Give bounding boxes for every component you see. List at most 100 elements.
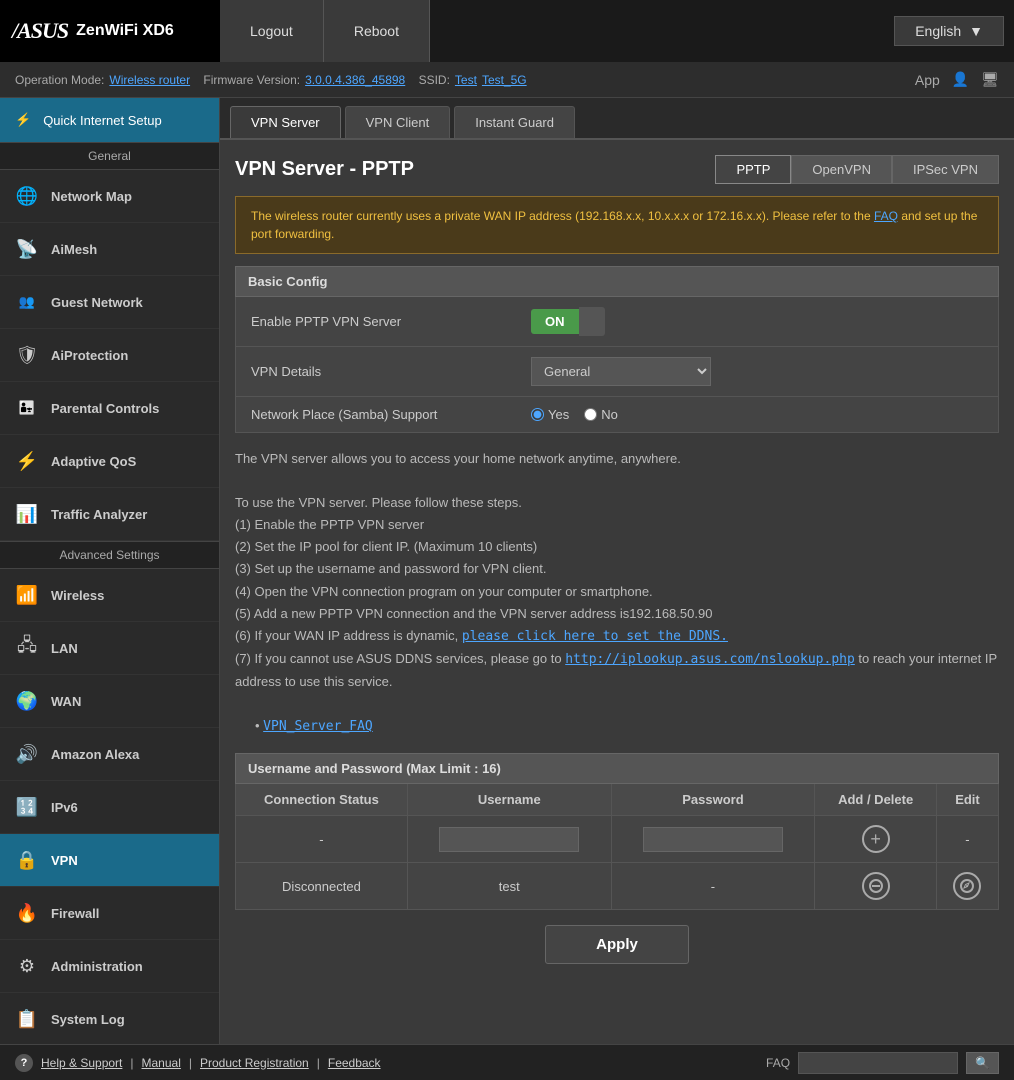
new-username-input[interactable]: [439, 827, 579, 852]
faq-label: FAQ: [766, 1056, 790, 1070]
content-scroll: VPN Server - PPTP PPTP OpenVPN IPSec VPN…: [220, 140, 1014, 1044]
monitor-icon[interactable]: 🖥: [981, 71, 999, 88]
sidebar-item-guest-network[interactable]: 👥 Guest Network: [0, 276, 219, 329]
sidebar-item-network-map[interactable]: 🌐 Network Map: [0, 170, 219, 223]
sidebar-label-administration: Administration: [51, 959, 143, 974]
content-area: VPN Server VPN Client Instant Guard VPN …: [220, 98, 1014, 1044]
guest-network-icon: 👥: [15, 290, 39, 314]
toggle-on-label: ON: [531, 309, 579, 334]
sidebar-item-traffic-analyzer[interactable]: 📊 Traffic Analyzer: [0, 488, 219, 541]
tab-vpn-server[interactable]: VPN Server: [230, 106, 341, 138]
header: /ASUS ZenWiFi XD6 Logout Reboot English …: [0, 0, 1014, 62]
footer-divider1: |: [130, 1056, 133, 1070]
ipsec-button[interactable]: IPSec VPN: [892, 155, 999, 184]
ssid-label: SSID:: [419, 73, 450, 87]
instructions-step3: (3) Set up the username and password for…: [235, 558, 999, 580]
firmware-label: Firmware Version:: [203, 73, 300, 87]
sidebar-item-lan[interactable]: 🖧 LAN: [0, 622, 219, 675]
tab-instant-guard[interactable]: Instant Guard: [454, 106, 575, 138]
faq-search-button[interactable]: 🔍: [966, 1052, 999, 1074]
instructions-steps-title: To use the VPN server. Please follow the…: [235, 492, 999, 514]
sidebar-label-vpn: VPN: [51, 853, 78, 868]
minus-icon: [869, 879, 883, 893]
sidebar-item-parental-controls[interactable]: 👨‍👧 Parental Controls: [0, 382, 219, 435]
vpn-faq-link[interactable]: VPN_Server_FAQ: [263, 719, 373, 734]
row-status: Disconnected: [236, 863, 408, 910]
tab-vpn-client[interactable]: VPN Client: [345, 106, 451, 138]
operation-mode-value[interactable]: Wireless router: [109, 73, 190, 87]
radio-yes-input[interactable]: [531, 408, 544, 421]
manual-link[interactable]: Manual: [142, 1056, 181, 1070]
radio-no-label: No: [601, 407, 618, 422]
vpn-type-buttons: PPTP OpenVPN IPSec VPN: [715, 155, 999, 184]
sidebar-label-guest-network: Guest Network: [51, 295, 143, 310]
product-registration-link[interactable]: Product Registration: [200, 1056, 309, 1070]
sidebar-item-wan[interactable]: 🌍 WAN: [0, 675, 219, 728]
sidebar-item-aimesh[interactable]: 📡 AiMesh: [0, 223, 219, 276]
quick-setup-label: Quick Internet Setup: [43, 113, 162, 128]
sidebar-item-amazon-alexa[interactable]: 🔊 Amazon Alexa: [0, 728, 219, 781]
instructions: The VPN server allows you to access your…: [235, 448, 999, 738]
network-map-icon: 🌐: [15, 184, 39, 208]
footer-divider2: |: [189, 1056, 192, 1070]
edit-icon: [960, 879, 974, 893]
firmware-value[interactable]: 3.0.0.4.386_45898: [305, 73, 405, 87]
user-icon[interactable]: 👤: [952, 71, 969, 88]
sidebar-item-system-log[interactable]: 📋 System Log: [0, 993, 219, 1044]
apply-button[interactable]: Apply: [545, 925, 689, 964]
vpn-details-select[interactable]: General Advanced: [531, 357, 711, 386]
warning-faq-link[interactable]: FAQ: [874, 209, 898, 223]
wireless-icon: 📶: [15, 583, 39, 607]
radio-yes[interactable]: Yes: [531, 407, 569, 422]
add-user-button[interactable]: +: [862, 825, 890, 853]
sidebar-item-firewall[interactable]: 🔥 Firewall: [0, 887, 219, 940]
openvpn-button[interactable]: OpenVPN: [791, 155, 892, 184]
sidebar-label-system-log: System Log: [51, 1012, 125, 1027]
app-link[interactable]: App: [915, 72, 940, 88]
row-edit: [936, 863, 998, 910]
model-name: ZenWiFi XD6: [76, 22, 174, 40]
edit-user-button[interactable]: [953, 872, 981, 900]
header-nav: Logout Reboot English ▼: [220, 0, 1014, 62]
sidebar-item-vpn[interactable]: 🔒 VPN: [0, 834, 219, 887]
radio-no[interactable]: No: [584, 407, 618, 422]
new-row-status: -: [236, 816, 408, 863]
pptp-button[interactable]: PPTP: [715, 155, 791, 184]
feedback-link[interactable]: Feedback: [328, 1056, 381, 1070]
sidebar-label-adaptive-qos: Adaptive QoS: [51, 454, 136, 469]
reboot-button[interactable]: Reboot: [324, 0, 430, 62]
row-delete: [815, 863, 937, 910]
row-username: test: [407, 863, 611, 910]
iplookup-link[interactable]: http://iplookup.asus.com/nslookup.php: [565, 652, 855, 667]
sidebar-item-administration[interactable]: ⚙ Administration: [0, 940, 219, 993]
sidebar-item-quick-setup[interactable]: ⚡ Quick Internet Setup: [0, 98, 219, 142]
enable-pptp-row: Enable PPTP VPN Server ON: [236, 297, 998, 347]
radio-no-input[interactable]: [584, 408, 597, 421]
faq-search-input[interactable]: [798, 1052, 958, 1074]
network-place-radio-group: Yes No: [531, 407, 618, 422]
network-place-value: Yes No: [531, 407, 983, 422]
ssid-value-2[interactable]: Test_5G: [482, 73, 527, 87]
basic-config-table: Enable PPTP VPN Server ON VPN Details Ge…: [235, 297, 999, 433]
sidebar-item-wireless[interactable]: 📶 Wireless: [0, 569, 219, 622]
remove-user-button[interactable]: [862, 872, 890, 900]
sidebar-label-wireless: Wireless: [51, 588, 104, 603]
language-selector[interactable]: English ▼: [894, 16, 1004, 46]
sidebar-item-aiprotection[interactable]: 🛡 AiProtection: [0, 329, 219, 382]
help-support-link[interactable]: Help & Support: [41, 1056, 122, 1070]
ddns-link[interactable]: please click here to set the DDNS.: [462, 629, 728, 644]
users-section-header: Username and Password (Max Limit : 16): [235, 753, 999, 784]
users-table: Connection Status Username Password Add …: [235, 784, 999, 910]
vpn-icon: 🔒: [15, 848, 39, 872]
col-password: Password: [611, 784, 815, 816]
sidebar-label-firewall: Firewall: [51, 906, 99, 921]
col-edit: Edit: [936, 784, 998, 816]
logout-button[interactable]: Logout: [220, 0, 324, 62]
sidebar-item-adaptive-qos[interactable]: ⚡ Adaptive QoS: [0, 435, 219, 488]
sidebar-item-ipv6[interactable]: 🔢 IPv6: [0, 781, 219, 834]
firewall-icon: 🔥: [15, 901, 39, 925]
ssid-value-1[interactable]: Test: [455, 73, 477, 87]
pptp-toggle[interactable]: ON: [531, 307, 605, 336]
table-row: Disconnected test -: [236, 863, 999, 910]
new-password-input[interactable]: [643, 827, 783, 852]
